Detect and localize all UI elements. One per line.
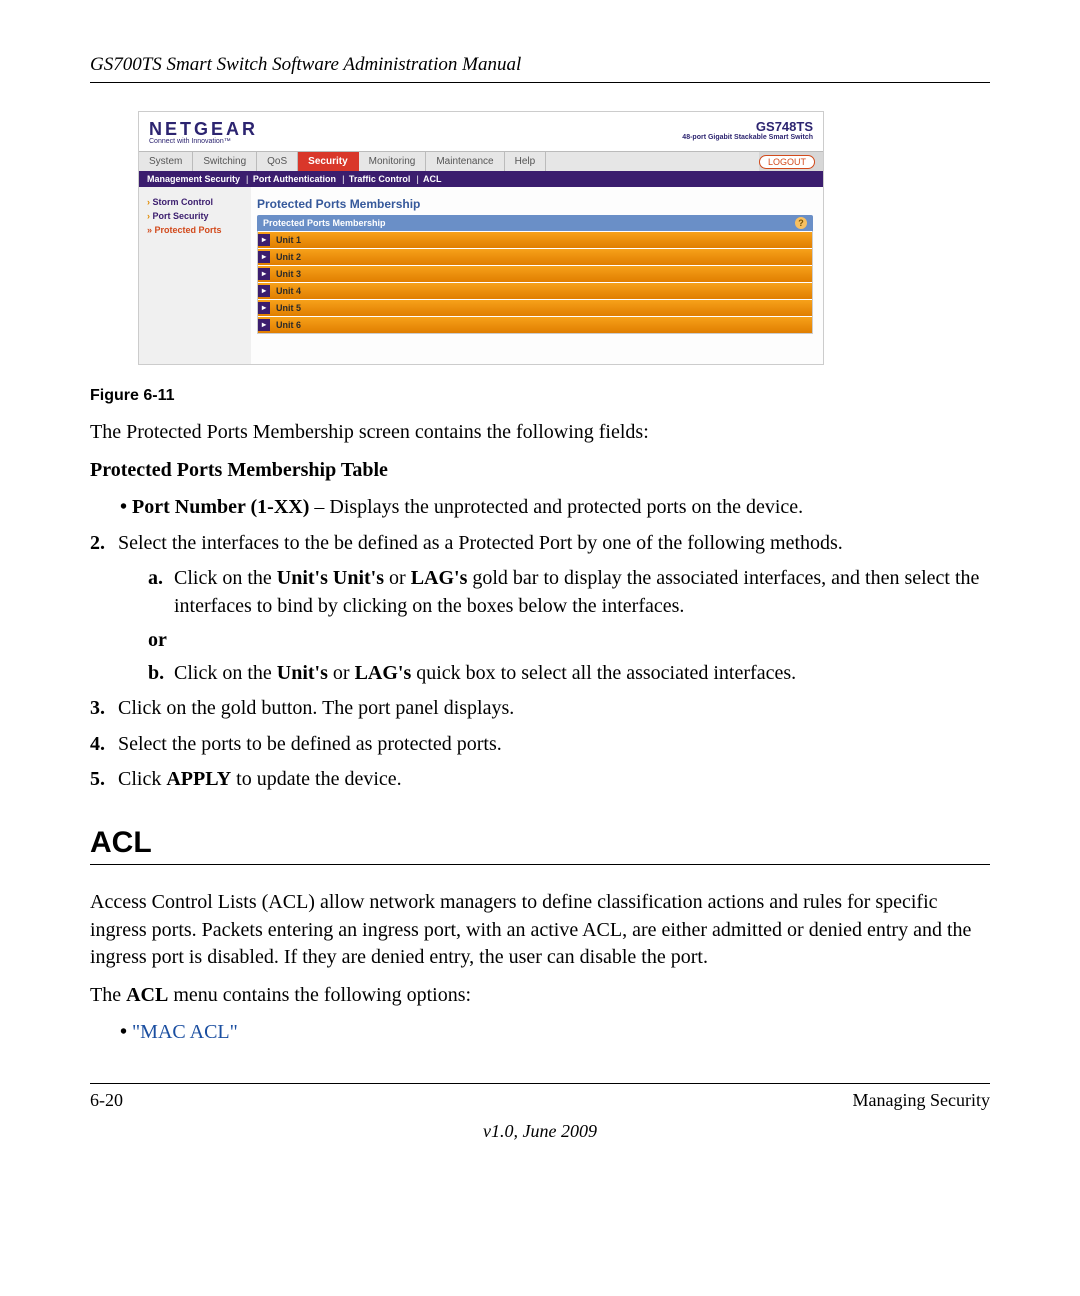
doc-header: GS700TS Smart Switch Software Administra…: [90, 54, 990, 83]
chevron-right-icon: ▸: [258, 319, 270, 331]
footer-section: Managing Security: [853, 1090, 990, 1111]
brand-tagline: Connect with Innovation™: [149, 138, 258, 145]
tab-maintenance[interactable]: Maintenance: [426, 152, 504, 171]
unit-label: Unit 1: [276, 235, 301, 245]
step-5: 5.Click APPLY to update the device.: [90, 766, 990, 794]
footer-version: v1.0, June 2009: [90, 1121, 990, 1142]
unit-row[interactable]: ▸ Unit 1: [258, 231, 812, 248]
unit-label: Unit 3: [276, 269, 301, 279]
or-separator: or: [148, 629, 990, 652]
sidebar-item-storm-control[interactable]: Storm Control: [143, 195, 247, 209]
acl-link-mac[interactable]: "MAC ACL": [120, 1019, 990, 1047]
logout-button[interactable]: LOGOUT: [759, 155, 815, 169]
step-2a: a.Click on the Unit's Unit's or LAG's go…: [148, 565, 990, 620]
unit-list: ▸Unit 1 ▸Unit 2 ▸Unit 3 ▸Unit 4 ▸Unit 5 …: [257, 231, 813, 334]
sidebar-item-port-security[interactable]: Port Security: [143, 209, 247, 223]
tab-help[interactable]: Help: [505, 152, 547, 171]
section-heading-acl: ACL: [90, 826, 990, 865]
unit-label: Unit 5: [276, 303, 301, 313]
step-2b: b.Click on the Unit's or LAG's quick box…: [148, 660, 990, 688]
unit-label: Unit 2: [276, 252, 301, 262]
unit-row[interactable]: ▸ Unit 2: [258, 248, 812, 265]
page-footer: 6-20 Managing Security: [90, 1083, 990, 1111]
tab-switching[interactable]: Switching: [193, 152, 257, 171]
unit-row[interactable]: ▸ Unit 6: [258, 316, 812, 333]
tab-monitoring[interactable]: Monitoring: [359, 152, 427, 171]
tab-security[interactable]: Security: [298, 152, 358, 171]
sidebar: Storm Control Port Security Protected Po…: [139, 187, 251, 364]
unit-row[interactable]: ▸ Unit 3: [258, 265, 812, 282]
pane-subhead-label: Protected Ports Membership: [263, 218, 386, 228]
help-icon[interactable]: ?: [795, 217, 807, 229]
chevron-right-icon: ▸: [258, 268, 270, 280]
chevron-right-icon: ▸: [258, 302, 270, 314]
step-2: 2.Select the interfaces to the be define…: [90, 530, 990, 558]
subtab-management-security[interactable]: Management Security: [147, 174, 240, 184]
subtab-acl[interactable]: ACL: [423, 174, 442, 184]
tab-qos[interactable]: QoS: [257, 152, 298, 171]
bullet-port-number: Port Number (1-XX) – Displays the unprot…: [120, 494, 990, 522]
chevron-right-icon: ▸: [258, 234, 270, 246]
acl-paragraph: Access Control Lists (ACL) allow network…: [90, 889, 990, 972]
footer-page-number: 6-20: [90, 1090, 123, 1111]
unit-row[interactable]: ▸ Unit 4: [258, 282, 812, 299]
acl-menu-intro: The ACL menu contains the following opti…: [90, 982, 990, 1010]
unit-label: Unit 4: [276, 286, 301, 296]
sidebar-item-protected-ports[interactable]: Protected Ports: [143, 223, 247, 237]
tab-system[interactable]: System: [139, 152, 193, 171]
subtab-traffic-control[interactable]: Traffic Control: [349, 174, 411, 184]
chevron-right-icon: ▸: [258, 285, 270, 297]
main-tab-bar: System Switching QoS Security Monitoring…: [139, 151, 823, 171]
figure-caption: Figure 6-11: [90, 387, 990, 405]
intro-text: The Protected Ports Membership screen co…: [90, 419, 990, 447]
chevron-right-icon: ▸: [258, 251, 270, 263]
pane-title: Protected Ports Membership: [257, 193, 813, 215]
model-number: GS748TS: [682, 120, 813, 134]
step-3: 3.Click on the gold button. The port pan…: [90, 695, 990, 723]
unit-label: Unit 6: [276, 320, 301, 330]
unit-row[interactable]: ▸ Unit 5: [258, 299, 812, 316]
figure-screenshot: NETGEAR Connect with Innovation™ GS748TS…: [138, 111, 824, 365]
table-heading: Protected Ports Membership Table: [90, 457, 990, 485]
step-4: 4.Select the ports to be defined as prot…: [90, 731, 990, 759]
subtab-port-authentication[interactable]: Port Authentication: [253, 174, 336, 184]
pane-subhead: Protected Ports Membership ?: [257, 215, 813, 231]
model-description: 48-port Gigabit Stackable Smart Switch: [682, 134, 813, 142]
brand-logo: NETGEAR: [149, 120, 258, 138]
sub-tab-bar: Management Security| Port Authentication…: [139, 171, 823, 187]
